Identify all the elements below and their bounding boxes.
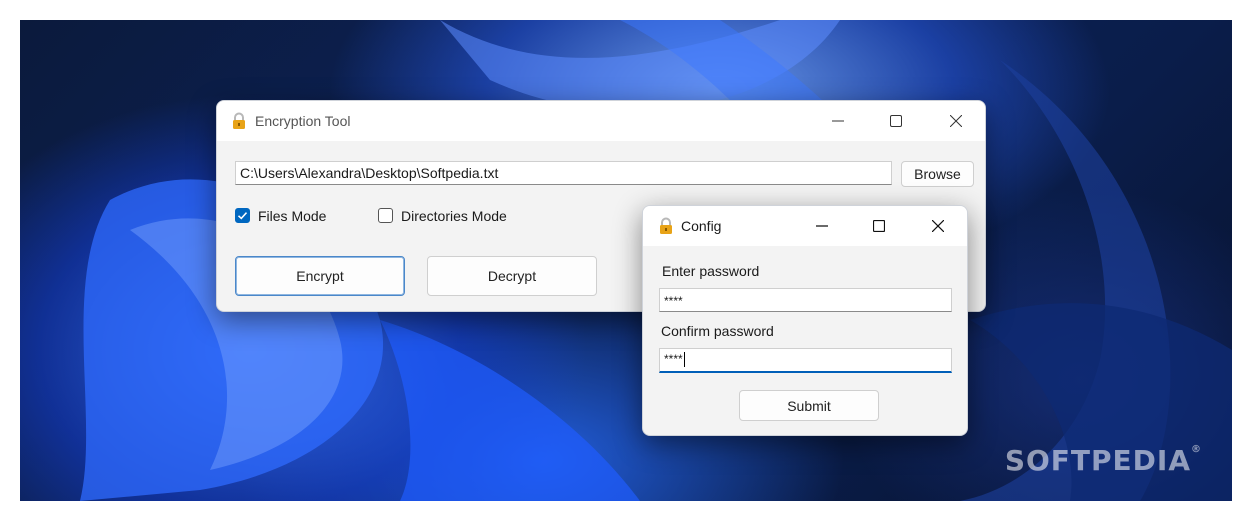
enter-password-field[interactable]: **** [659,288,952,312]
files-mode-checkbox[interactable] [235,208,250,223]
softpedia-watermark: SOFTPEDIA® [1004,444,1202,477]
minimize-button[interactable] [809,101,867,141]
confirm-password-value: **** [664,352,683,366]
file-path-input[interactable]: C:\Users\Alexandra\Desktop\Softpedia.txt [235,161,892,185]
submit-button[interactable]: Submit [739,390,879,421]
confirm-password-label: Confirm password [661,323,774,339]
lock-icon [660,217,672,234]
confirm-password-field[interactable]: **** [659,348,952,373]
enter-password-label: Enter password [662,263,760,279]
config-close-button[interactable] [909,206,967,246]
files-mode-label[interactable]: Files Mode [258,208,326,224]
directories-mode-label[interactable]: Directories Mode [401,208,507,224]
decrypt-button[interactable]: Decrypt [427,256,597,296]
close-icon [950,115,962,127]
config-maximize-button[interactable] [850,206,908,246]
enter-password-value: **** [664,294,683,308]
text-cursor [683,352,685,368]
config-window: Config Enter password **** Confirm passw… [642,205,968,436]
close-button[interactable] [927,101,985,141]
maximize-button[interactable] [867,101,925,141]
main-window-title: Encryption Tool [255,113,351,129]
config-title-bar[interactable]: Config [643,206,967,246]
browse-button[interactable]: Browse [901,161,974,187]
maximize-icon [873,220,885,232]
lock-icon [233,112,245,129]
config-minimize-button[interactable] [793,206,851,246]
minimize-icon [816,225,828,227]
minimize-icon [832,120,844,122]
encrypt-button[interactable]: Encrypt [235,256,405,296]
maximize-icon [890,115,902,127]
config-window-title: Config [681,218,722,234]
directories-mode-checkbox[interactable] [378,208,393,223]
main-title-bar[interactable]: Encryption Tool [217,101,985,141]
close-icon [932,220,944,232]
checkmark-icon [237,212,248,220]
